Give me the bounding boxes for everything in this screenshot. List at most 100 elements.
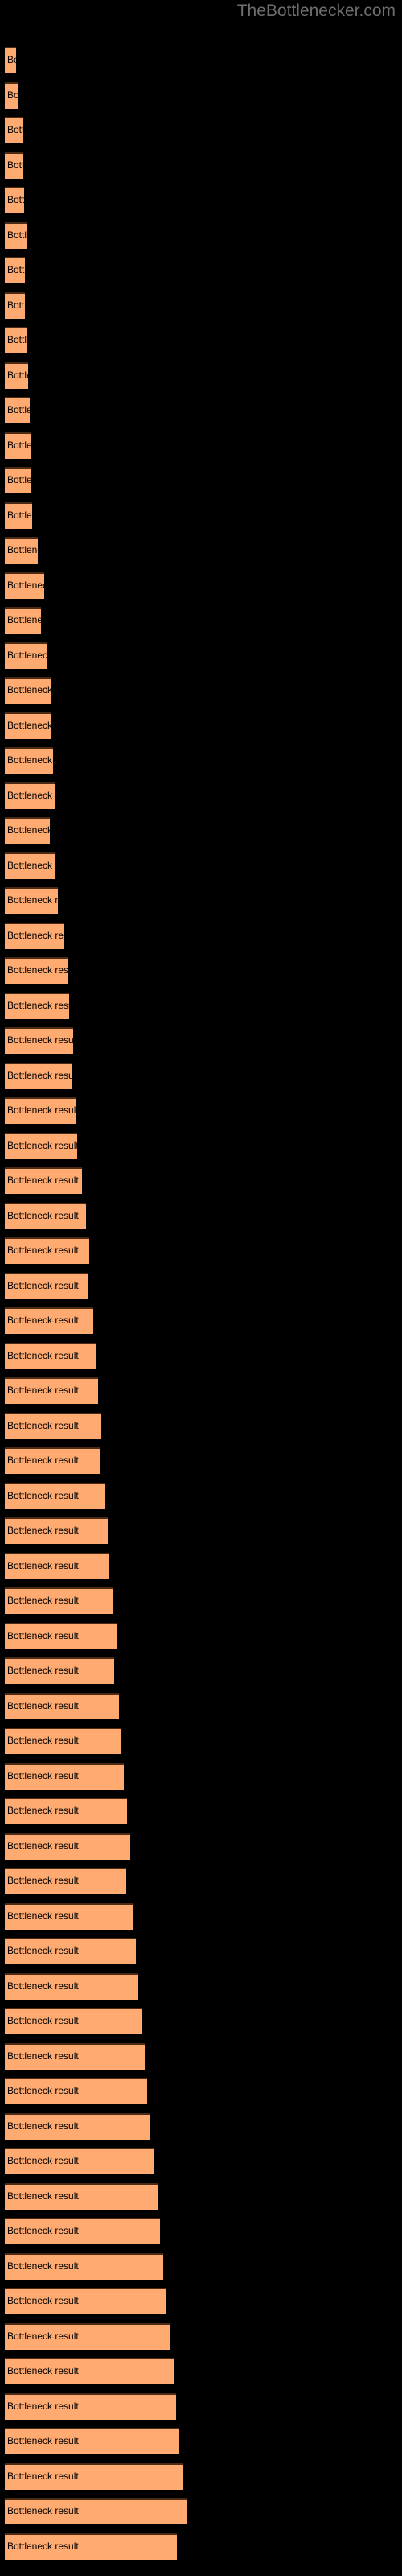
bar-label: Bottleneck result (7, 2505, 79, 2516)
bar-label: Bottleneck result (7, 2260, 79, 2272)
bar-53[interactable]: Bottleneck result (5, 1868, 126, 1894)
bar-58[interactable]: Bottleneck result (5, 2043, 145, 2070)
bar-45[interactable]: Bottleneck result (5, 1587, 113, 1614)
bar-34[interactable]: Bottleneck result (5, 1203, 86, 1229)
bar-label: Bottleneck result (7, 2120, 79, 2132)
bar-62[interactable]: Bottleneck result (5, 2183, 158, 2210)
bar-72[interactable]: Bottleneck result (5, 2533, 177, 2560)
bar-label: Bottleneck result (7, 474, 31, 485)
bar-1[interactable]: Bottleneck result (5, 47, 16, 73)
bar-label: Bottleneck result (7, 2085, 79, 2096)
bar-64[interactable]: Bottleneck result (5, 2253, 163, 2280)
bar-label: Bottleneck result (7, 510, 32, 521)
bar-19[interactable]: Bottleneck result (5, 677, 51, 704)
bar-32[interactable]: Bottleneck result (5, 1133, 77, 1159)
bottleneck-bar-chart: Bottleneck result Bottleneck result Bottle… (0, 0, 402, 2576)
bar-57[interactable]: Bottleneck result (5, 2008, 142, 2034)
bar-9[interactable]: Bottleneck result (5, 327, 27, 353)
bar-label: Bottleneck result (7, 2435, 79, 2446)
bar-label: Bottleneck result (7, 1000, 69, 1011)
bar-39[interactable]: Bottleneck result (5, 1377, 98, 1404)
bar-14[interactable]: Bottleneck result (5, 502, 32, 529)
bar-label: Bottleneck result (7, 650, 47, 661)
bar-label: Bottleneck result (7, 1560, 79, 1571)
bar-label: Bottleneck result (7, 1350, 79, 1361)
bar-38[interactable]: Bottleneck result (5, 1343, 96, 1369)
bar-27[interactable]: Bottleneck result (5, 957, 68, 984)
bar-52[interactable]: Bottleneck result (5, 1833, 130, 1860)
bar-label: Bottleneck result (7, 2365, 79, 2376)
bar-20[interactable]: Bottleneck result (5, 712, 51, 739)
bar-37[interactable]: Bottleneck result (5, 1307, 93, 1334)
bar-71[interactable]: Bottleneck result (5, 2498, 187, 2524)
bar-33[interactable]: Bottleneck result (5, 1167, 82, 1194)
bar-label: Bottleneck result (7, 404, 30, 415)
bar-67[interactable]: Bottleneck result (5, 2358, 174, 2384)
bar-17[interactable]: Bottleneck result (5, 607, 41, 634)
bar-51[interactable]: Bottleneck result (5, 1798, 127, 1824)
bar-16[interactable]: Bottleneck result (5, 572, 44, 599)
bar-label: Bottleneck result (7, 860, 55, 871)
bar-18[interactable]: Bottleneck result (5, 642, 47, 669)
bar-49[interactable]: Bottleneck result (5, 1728, 121, 1754)
bar-60[interactable]: Bottleneck result (5, 2113, 150, 2140)
bar-65[interactable]: Bottleneck result (5, 2288, 166, 2314)
bar-label: Bottleneck result (7, 1805, 79, 1816)
bar-28[interactable]: Bottleneck result (5, 993, 69, 1019)
bar-47[interactable]: Bottleneck result (5, 1657, 114, 1684)
bar-label: Bottleneck result (7, 1770, 79, 1781)
bar-46[interactable]: Bottleneck result (5, 1623, 117, 1649)
bar-label: Bottleneck result (7, 684, 51, 696)
bar-25[interactable]: Bottleneck result (5, 887, 58, 914)
bar-label: Bottleneck result (7, 544, 38, 555)
bar-36[interactable]: Bottleneck result (5, 1273, 88, 1299)
bar-30[interactable]: Bottleneck result (5, 1063, 72, 1089)
bar-41[interactable]: Bottleneck result (5, 1447, 100, 1474)
bar-56[interactable]: Bottleneck result (5, 1973, 138, 2000)
bar-5[interactable]: Bottleneck result (5, 187, 24, 213)
bar-50[interactable]: Bottleneck result (5, 1763, 124, 1790)
bar-13[interactable]: Bottleneck result (5, 467, 31, 493)
bar-63[interactable]: Bottleneck result (5, 2218, 160, 2244)
bar-label: Bottleneck result (7, 1210, 79, 1221)
bar-label: Bottleneck result (7, 1070, 72, 1081)
bar-68[interactable]: Bottleneck result (5, 2393, 176, 2420)
bar-42[interactable]: Bottleneck result (5, 1483, 105, 1509)
bar-11[interactable]: Bottleneck result (5, 397, 30, 423)
bar-31[interactable]: Bottleneck result (5, 1097, 76, 1124)
bar-21[interactable]: Bottleneck result (5, 747, 53, 774)
bar-7[interactable]: Bottleneck result (5, 257, 25, 283)
bar-29[interactable]: Bottleneck result (5, 1027, 73, 1054)
bar-35[interactable]: Bottleneck result (5, 1237, 89, 1264)
bar-label: Bottleneck result (7, 159, 23, 171)
bar-70[interactable]: Bottleneck result (5, 2463, 183, 2490)
bar-15[interactable]: Bottleneck result (5, 537, 38, 564)
bar-8[interactable]: Bottleneck result (5, 292, 25, 319)
bar-label: Bottleneck result (7, 124, 23, 135)
bar-12[interactable]: Bottleneck result (5, 432, 31, 459)
bar-label: Bottleneck result (7, 1104, 76, 1116)
bar-10[interactable]: Bottleneck result (5, 362, 28, 389)
bar-69[interactable]: Bottleneck result (5, 2428, 179, 2454)
bar-55[interactable]: Bottleneck result (5, 1938, 136, 1964)
bar-23[interactable]: Bottleneck result (5, 817, 50, 844)
bar-22[interactable]: Bottleneck result (5, 782, 55, 809)
bar-label: Bottleneck result (7, 1735, 79, 1746)
bar-48[interactable]: Bottleneck result (5, 1693, 119, 1719)
bar-40[interactable]: Bottleneck result (5, 1413, 100, 1439)
bar-26[interactable]: Bottleneck result (5, 923, 64, 949)
bar-43[interactable]: Bottleneck result (5, 1517, 108, 1544)
bar-24[interactable]: Bottleneck result (5, 852, 55, 879)
bar-66[interactable]: Bottleneck result (5, 2323, 170, 2350)
bar-54[interactable]: Bottleneck result (5, 1903, 133, 1930)
bar-label: Bottleneck result (7, 790, 55, 801)
bar-61[interactable]: Bottleneck result (5, 2148, 154, 2174)
bar-6[interactable]: Bottleneck result (5, 222, 27, 249)
bar-59[interactable]: Bottleneck result (5, 2078, 147, 2104)
bar-label: Bottleneck result (7, 2050, 79, 2062)
bar-2[interactable]: Bottleneck result (5, 82, 18, 109)
bar-44[interactable]: Bottleneck result (5, 1553, 109, 1579)
bar-label: Bottleneck result (7, 2541, 79, 2552)
bar-4[interactable]: Bottleneck result (5, 152, 23, 179)
bar-3[interactable]: Bottleneck result (5, 117, 23, 143)
